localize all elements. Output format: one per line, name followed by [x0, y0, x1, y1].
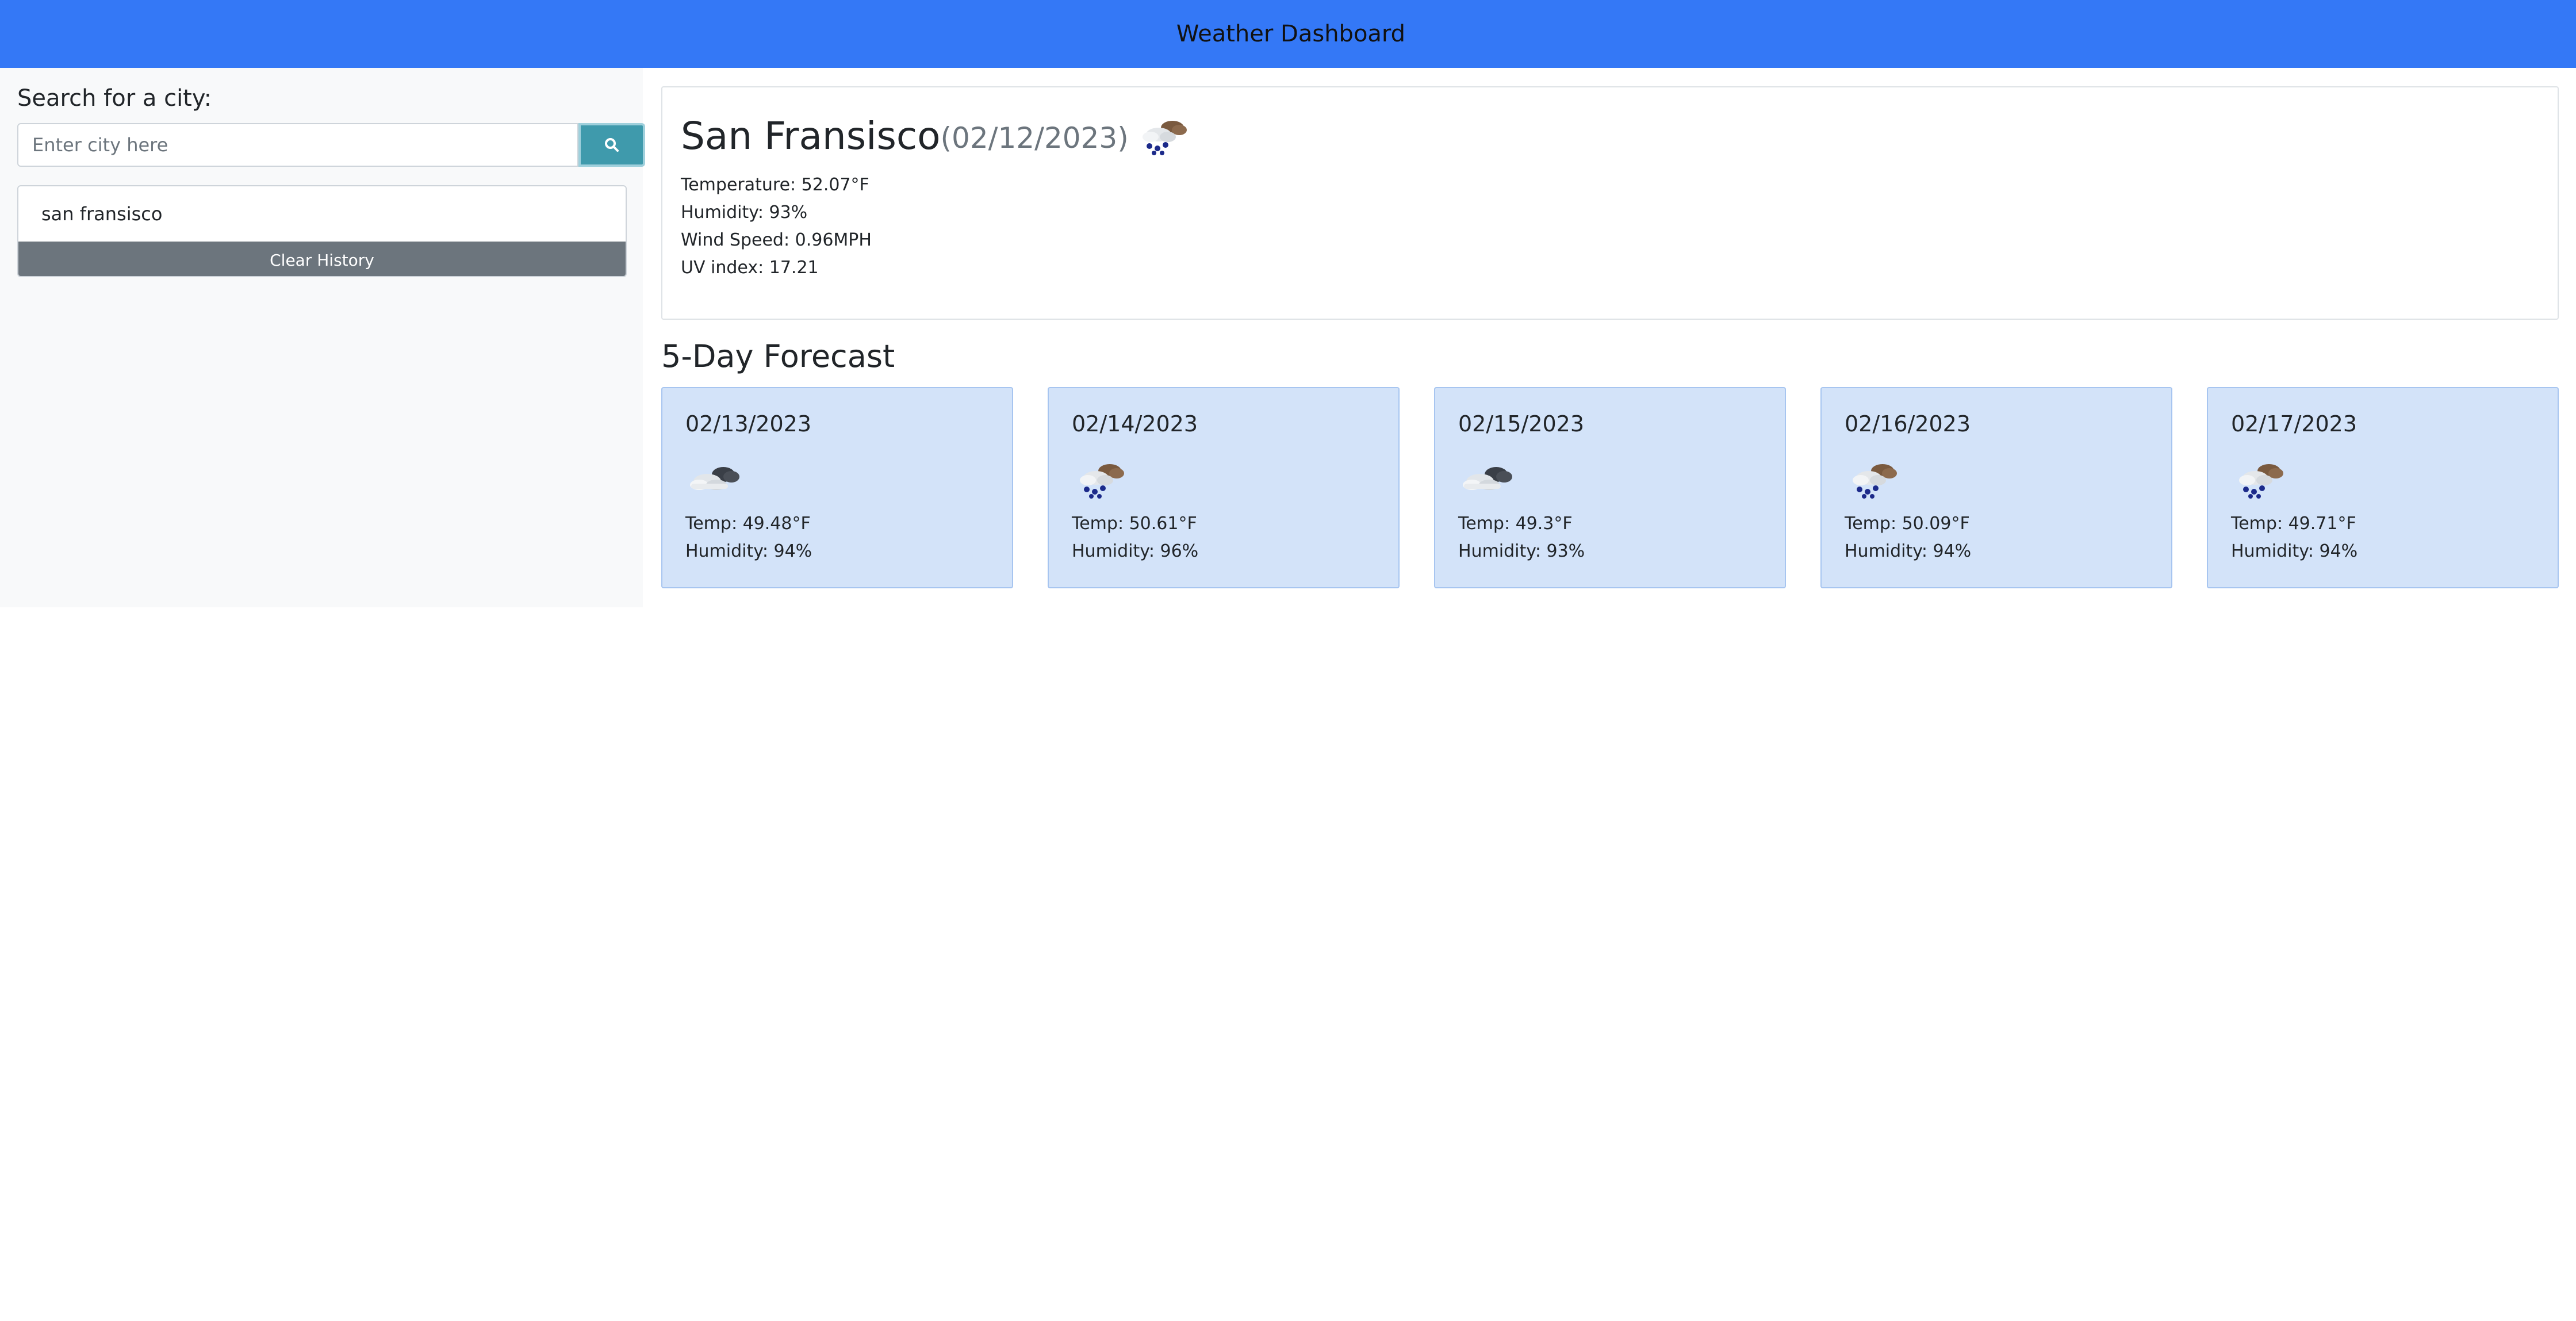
rain-cloud-icon: [1847, 458, 1902, 502]
rain-cloud-icon: [2233, 458, 2288, 502]
current-weather-heading: San Fransisco (02/12/2023): [681, 113, 1192, 159]
city-name: San Fransisco: [681, 113, 941, 158]
cloud-icon: [688, 458, 743, 497]
search-button[interactable]: [578, 123, 645, 167]
forecast-date: 02/13/2023: [685, 411, 812, 436]
forecast-humidity: Humidity: 93%: [1458, 541, 1585, 561]
history-item[interactable]: san fransisco: [18, 186, 626, 242]
forecast-temp: Temp: 49.71°F: [2231, 514, 2356, 534]
forecast-date: 02/15/2023: [1458, 411, 1585, 436]
current-weather-card: San Fransisco (02/12/2023) Temperature: …: [661, 86, 2559, 320]
current-date: (02/12/2023): [940, 121, 1129, 155]
header-bar: Weather Dashboard: [0, 0, 2576, 68]
forecast-card: 02/16/2023 Temp: 50.09°F Humidity: 94%: [1820, 387, 2172, 588]
forecast-heading: 5-Day Forecast: [661, 338, 895, 374]
city-search-input[interactable]: [17, 123, 578, 167]
wind-speed-text: Wind Speed: 0.96MPH: [681, 230, 872, 250]
forecast-date: 02/16/2023: [1845, 411, 1971, 436]
cloud-icon: [1460, 458, 1516, 497]
forecast-humidity: Humidity: 94%: [2231, 541, 2358, 561]
search-label: Search for a city:: [17, 85, 212, 112]
app-title: Weather Dashboard: [1176, 21, 1406, 47]
rain-cloud-icon: [1137, 115, 1192, 159]
forecast-temp: Temp: 50.09°F: [1845, 514, 1970, 534]
forecast-temp: Temp: 49.3°F: [1458, 514, 1573, 534]
uv-index-text: UV index: 17.21: [681, 258, 819, 278]
forecast-humidity: Humidity: 96%: [1072, 541, 1199, 561]
clear-history-button[interactable]: Clear History: [18, 242, 626, 276]
forecast-date: 02/14/2023: [1072, 411, 1198, 436]
forecast-card: 02/17/2023 Temp: 49.71°F Humidity: 94%: [2207, 387, 2559, 588]
forecast-temp: Temp: 49.48°F: [685, 514, 811, 534]
forecast-humidity: Humidity: 94%: [1845, 541, 1972, 561]
forecast-card: 02/13/2023 Temp: 49.48°F Humidity: 94%: [661, 387, 1013, 588]
search-history: san fransisco Clear History: [17, 185, 627, 277]
forecast-card: 02/14/2023 Temp: 50.61°F Humidity: 96%: [1048, 387, 1400, 588]
humidity-text: Humidity: 93%: [681, 202, 808, 223]
forecast-humidity: Humidity: 94%: [685, 541, 812, 561]
forecast-temp: Temp: 50.61°F: [1072, 514, 1197, 534]
forecast-date: 02/17/2023: [2231, 411, 2358, 436]
sidebar: Search for a city: san fransisco Clear H…: [0, 68, 645, 607]
forecast-card: 02/15/2023 Temp: 49.3°F Humidity: 93%: [1434, 387, 1786, 588]
search-form: [17, 123, 645, 167]
search-icon: [605, 138, 619, 152]
rain-cloud-icon: [1074, 458, 1129, 502]
temperature-text: Temperature: 52.07°F: [681, 175, 869, 195]
